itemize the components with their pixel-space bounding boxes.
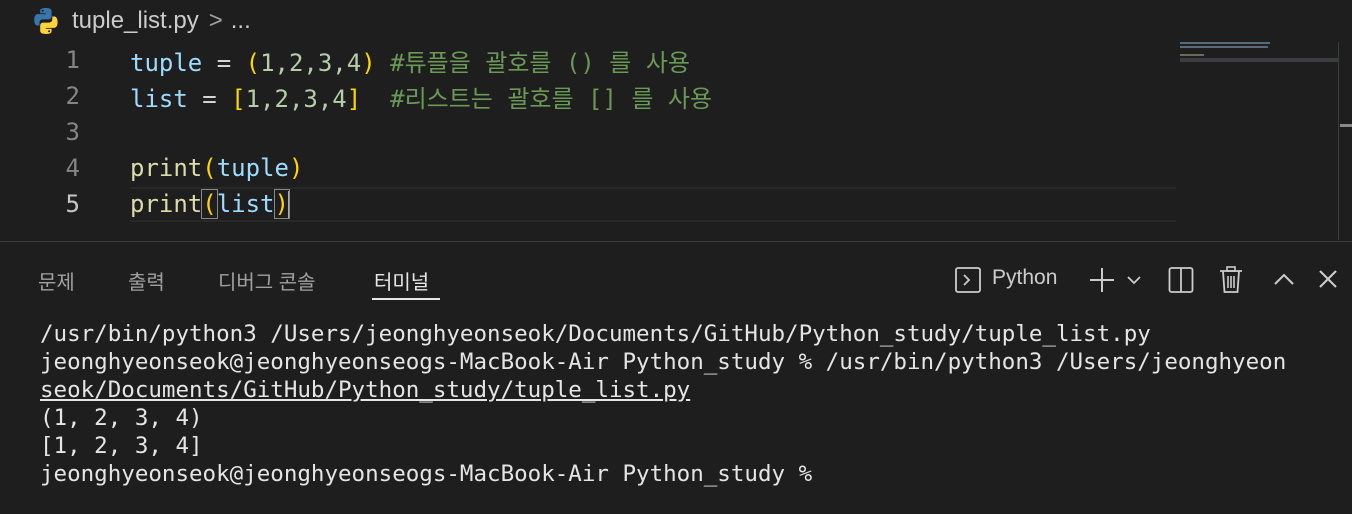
operator-token: = <box>187 84 232 113</box>
split-icon[interactable] <box>1168 266 1194 294</box>
terminal-output[interactable]: /usr/bin/python3 /Users/jeonghyeonseok/D… <box>40 320 1340 488</box>
breadcrumb-file[interactable]: tuple_list.py <box>72 7 199 35</box>
bracket-token: ( <box>202 154 217 182</box>
variable-token: list <box>130 84 188 113</box>
code-line-1[interactable]: 1 tuple = (1,2,3,4) #튜플을 괄호를 () 를 사용 <box>0 42 1180 78</box>
terminal-prompt[interactable]: jeonghyeonseok@jeonghyeonseogs-MacBook-A… <box>40 460 1340 488</box>
chevron-up-icon[interactable] <box>1272 268 1296 290</box>
bracket-token: [ <box>231 84 246 113</box>
editor-scrollbar[interactable] <box>1338 42 1339 240</box>
code-line-3[interactable]: 3 <box>0 114 1180 150</box>
code-text: print(tuple) <box>130 154 303 182</box>
comment-token: #튜플을 괄호를 () 를 사용 <box>375 48 690 77</box>
line-number: 4 <box>65 154 80 182</box>
close-icon[interactable] <box>1317 268 1339 290</box>
scrollbar-marker <box>1340 124 1352 127</box>
trash-icon[interactable] <box>1218 265 1244 295</box>
bracket-token: ( <box>245 48 261 77</box>
function-token: print <box>130 154 203 182</box>
minimap-slider[interactable] <box>1180 58 1338 62</box>
tab-problems[interactable]: 문제 <box>38 266 75 295</box>
variable-token: list <box>216 189 275 218</box>
python-file-icon <box>34 8 58 34</box>
line-number: 3 <box>65 118 80 146</box>
terminal-line: [1, 2, 3, 4] <box>40 433 203 459</box>
code-text: list = [1,2,3,4] #리스트는 괄호를 [] 를 사용 <box>130 79 712 114</box>
code-text: tuple = (1,2,3,4) #튜플을 괄호를 () 를 사용 <box>130 43 690 78</box>
breadcrumb-symbols[interactable]: ... <box>231 7 251 35</box>
code-line-5[interactable]: 5 print(list) <box>0 186 1180 222</box>
line-number: 5 <box>65 190 80 218</box>
active-tab-indicator <box>372 298 440 300</box>
tab-output[interactable]: 출력 <box>128 266 165 295</box>
number-token: 1,2,3,4 <box>260 48 362 77</box>
tab-terminal[interactable]: 터미널 <box>374 266 429 295</box>
chevron-right-icon: > <box>208 7 223 34</box>
terminal-icon[interactable] <box>954 266 982 294</box>
matched-bracket-token: ) <box>273 188 290 219</box>
function-token: print <box>130 189 203 218</box>
code-line-4[interactable]: 4 print(tuple) <box>0 150 1180 186</box>
number-token: 1,2,3,4 <box>245 84 347 113</box>
terminal-name[interactable]: Python <box>992 266 1057 290</box>
minimap-line <box>1180 42 1270 44</box>
tab-debug-console[interactable]: 디버그 콘솔 <box>218 266 316 295</box>
chevron-down-icon[interactable] <box>1124 270 1144 290</box>
minimap-line <box>1180 46 1268 48</box>
terminal-line: /usr/bin/python3 /Users/jeonghyeonseok/D… <box>40 321 1151 347</box>
bracket-token: ] <box>346 84 362 113</box>
comment-token: #리스트는 괄호를 [] 를 사용 <box>361 84 713 113</box>
variable-token: tuple <box>130 48 203 77</box>
code-line-2[interactable]: 2 list = [1,2,3,4] #리스트는 괄호를 [] 를 사용 <box>0 78 1180 114</box>
add-icon[interactable] <box>1088 266 1116 294</box>
line-number: 1 <box>65 46 80 74</box>
variable-token: tuple <box>216 154 289 182</box>
line-number: 2 <box>65 82 80 110</box>
code-text: print(list) <box>130 188 290 219</box>
terminal-file-link[interactable]: seok/Documents/GitHub/Python_study/tuple… <box>40 376 1340 404</box>
panel-tabs: 문제 출력 디버그 콘솔 터미널 <box>0 242 1352 316</box>
code-editor[interactable]: 1 tuple = (1,2,3,4) #튜플을 괄호를 () 를 사용 2 l… <box>0 42 1180 232</box>
terminal-line: (1, 2, 3, 4) <box>40 405 203 431</box>
bracket-token: ) <box>361 48 376 77</box>
text-cursor <box>287 190 290 219</box>
breadcrumb: tuple_list.py > ... <box>0 0 1352 42</box>
bracket-token: ) <box>288 154 304 182</box>
matched-bracket-token: ( <box>201 188 218 219</box>
terminal-line: jeonghyeonseok@jeonghyeonseogs-MacBook-A… <box>40 349 1287 375</box>
operator-token: = <box>202 48 246 77</box>
minimap-line <box>1180 54 1204 56</box>
